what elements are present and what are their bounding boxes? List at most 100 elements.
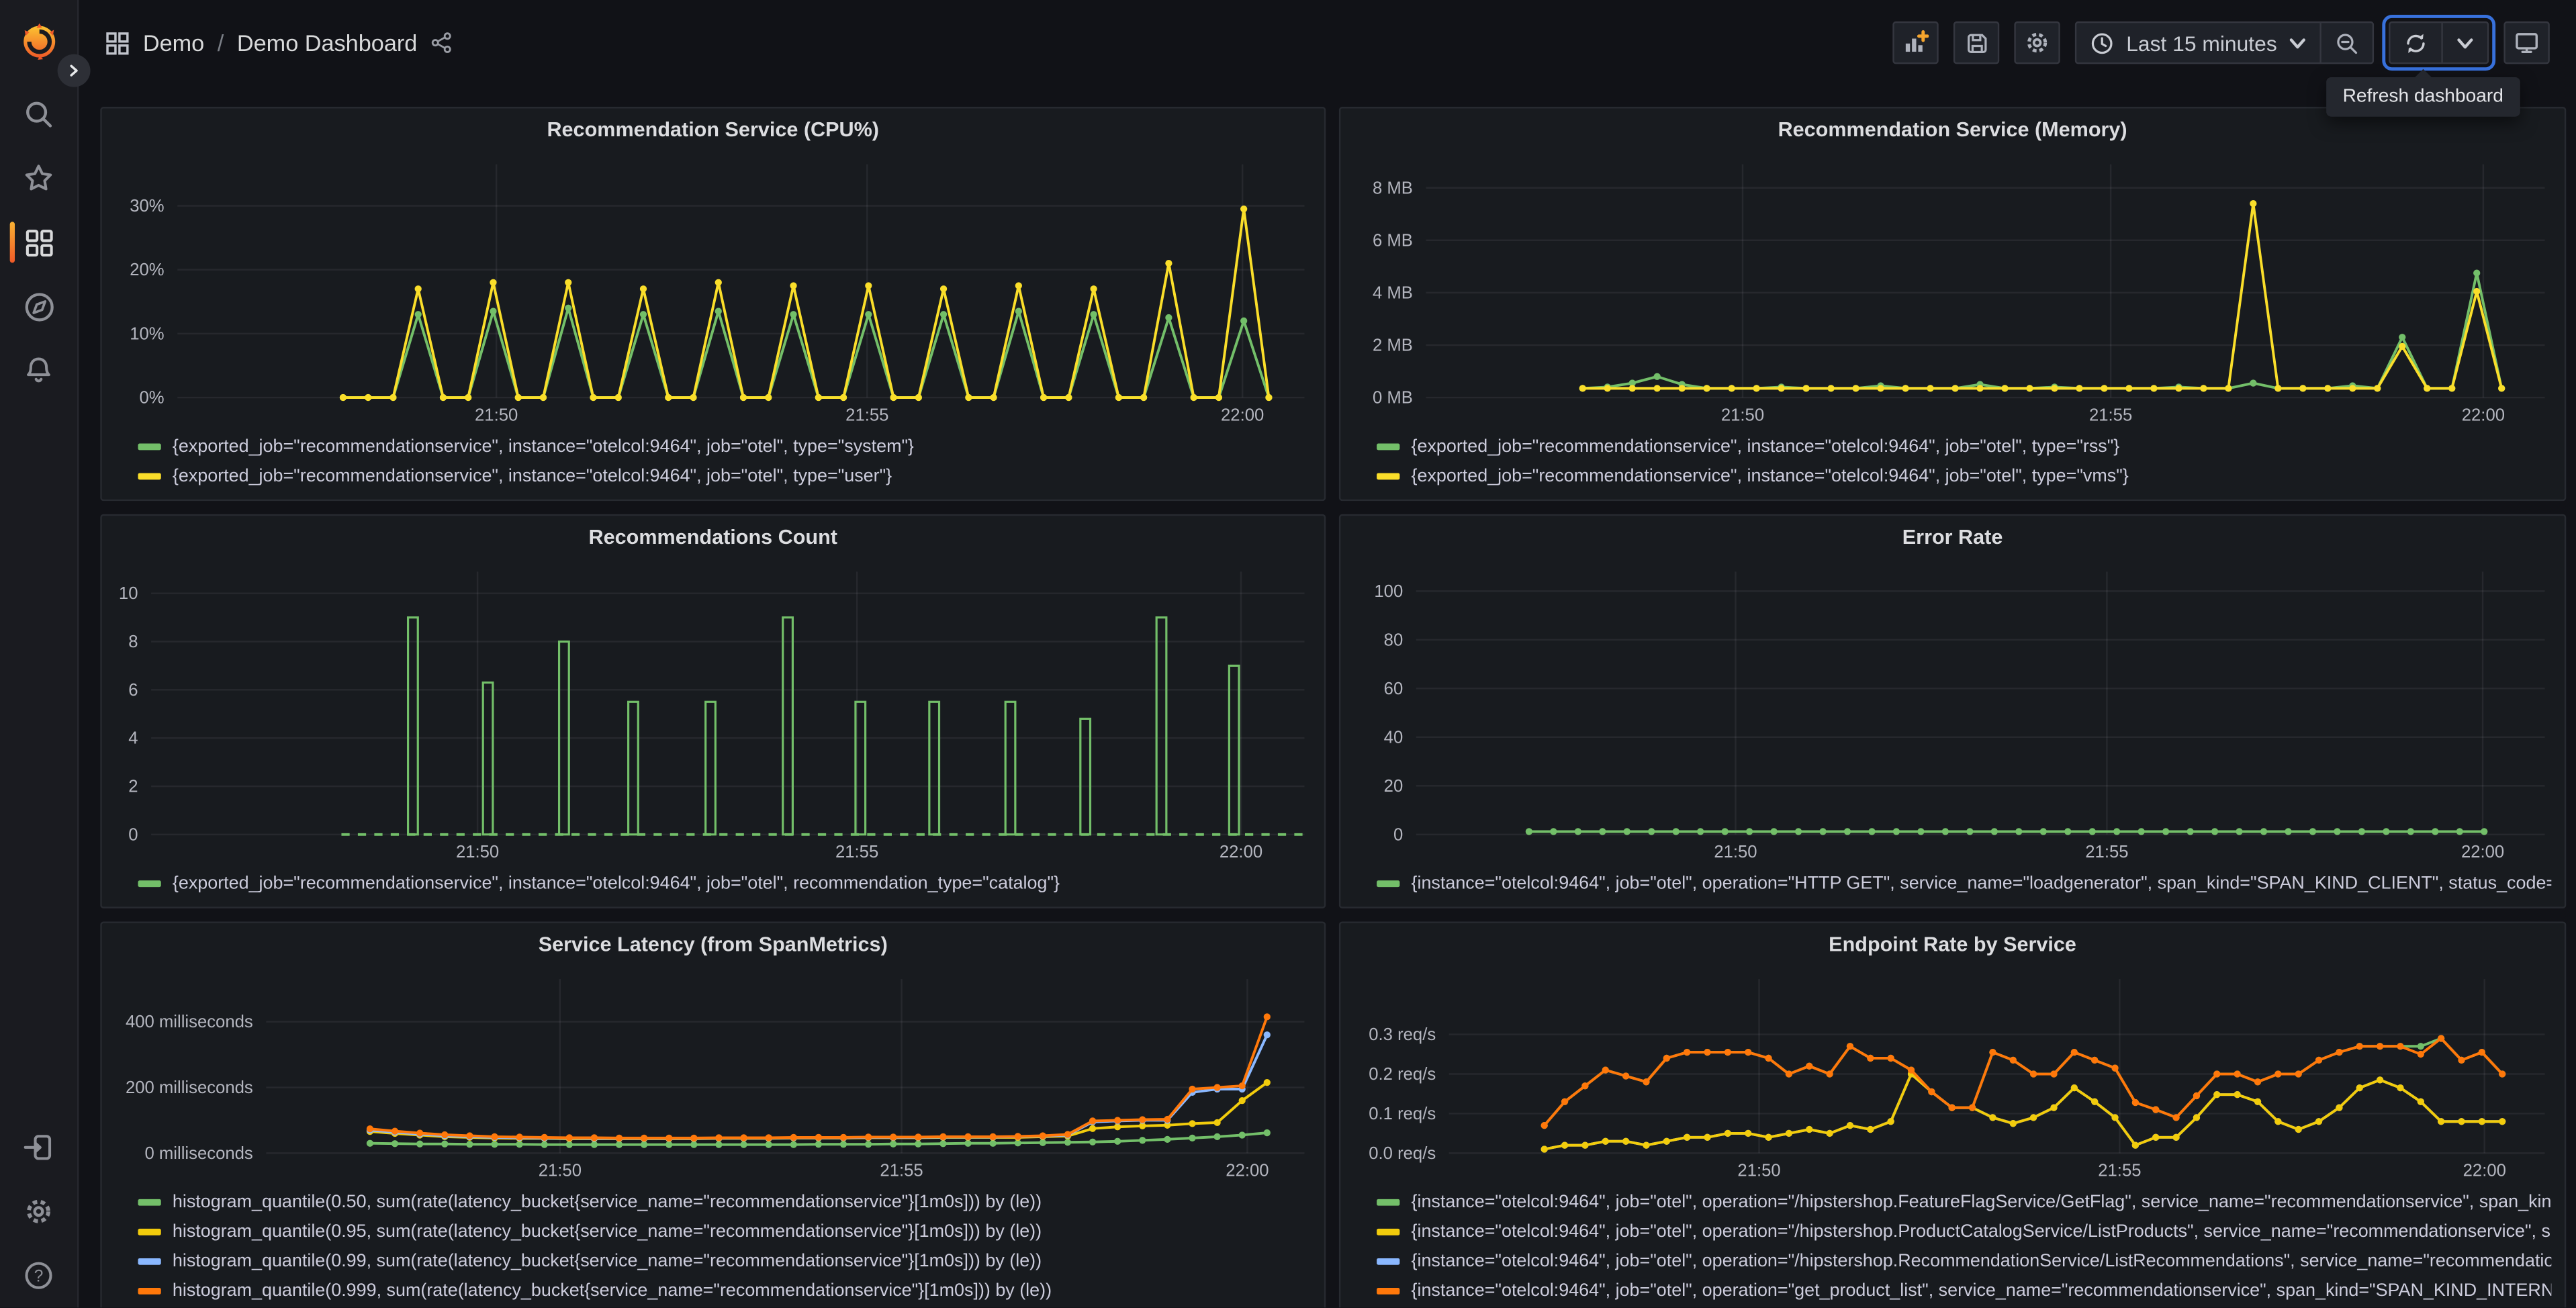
svg-text:21:55: 21:55: [2089, 406, 2132, 424]
active-indicator: [9, 222, 15, 263]
time-range-label: Last 15 minutes: [2126, 30, 2277, 55]
legend-item[interactable]: {instance="otelcol:9464", job="otel", op…: [1377, 1250, 2551, 1273]
panel-title[interactable]: Error Rate: [1340, 516, 2565, 559]
grafana-app: ? Demo / Demo Dashboard Last 15 minutes …: [0, 0, 2576, 1308]
panel-title[interactable]: Service Latency (from SpanMetrics): [102, 923, 1324, 966]
svg-text:20: 20: [1384, 777, 1404, 796]
sidebar-item-dashboards[interactable]: [0, 210, 77, 274]
legend-item[interactable]: {instance="otelcol:9464", job="otel", op…: [1377, 1221, 2551, 1244]
chevron-down-icon: [2457, 38, 2473, 48]
legend-label: {instance="otelcol:9464", job="otel", op…: [1411, 1222, 2551, 1242]
svg-text:4 MB: 4 MB: [1373, 283, 1413, 302]
legend-swatch: [1377, 1228, 1400, 1235]
legend-swatch: [1377, 473, 1400, 480]
sidebar-item-starred[interactable]: [0, 146, 77, 210]
legend-item[interactable]: histogram_quantile(0.50, sum(rate(latenc…: [138, 1191, 1312, 1214]
legend-item[interactable]: histogram_quantile(0.95, sum(rate(latenc…: [138, 1221, 1312, 1244]
panel-chart[interactable]: 21:50 21:55 22:00 0 2 4 6 8 10: [102, 559, 1324, 868]
legend-swatch: [1377, 1288, 1400, 1295]
refresh-tooltip: Refresh dashboard: [2326, 68, 2520, 117]
legend-item[interactable]: {instance="otelcol:9464", job="otel", op…: [1377, 1191, 2551, 1214]
panel-legend: {exported_job="recommendationservice", i…: [1340, 430, 2565, 500]
breadcrumb-section[interactable]: Demo: [143, 30, 204, 56]
svg-text:0%: 0%: [140, 389, 165, 408]
refresh-interval-dropdown[interactable]: [2441, 23, 2487, 62]
panel-legend: {exported_job="recommendationservice", i…: [102, 868, 1324, 907]
sidebar-expand-button[interactable]: [57, 54, 91, 87]
sidebar-item-alerting[interactable]: [0, 338, 77, 402]
sidebar-item-settings[interactable]: [0, 1180, 77, 1244]
sidebar-item-sign-in[interactable]: [0, 1115, 77, 1179]
bell-icon: [27, 357, 50, 383]
legend-swatch: [138, 1258, 161, 1265]
legend-label: histogram_quantile(0.999, sum(rate(laten…: [172, 1281, 1052, 1301]
svg-text:0.1 req/s: 0.1 req/s: [1369, 1105, 1436, 1123]
svg-text:6: 6: [128, 681, 138, 700]
dashboards-icon: [25, 228, 52, 256]
add-panel-button[interactable]: [1892, 21, 1939, 64]
dashboard-settings-button[interactable]: [2014, 21, 2061, 64]
legend-swatch: [138, 443, 161, 451]
legend-item[interactable]: {exported_job="recommendationservice", i…: [138, 435, 1312, 458]
time-range-picker[interactable]: Last 15 minutes: [2077, 23, 2320, 62]
sign-in-icon: [24, 1135, 52, 1160]
chevron-down-icon: [2289, 38, 2305, 48]
panel-chart[interactable]: 21:50 21:55 22:00 0 20 40 60 80 100: [1340, 559, 2565, 868]
panel-chart[interactable]: 21:50 21:55 22:00 0 milliseconds 200 millise…: [102, 966, 1324, 1186]
panel-title[interactable]: Endpoint Rate by Service: [1340, 923, 2565, 966]
legend-label: {instance="otelcol:9464", job="otel", op…: [1411, 874, 2551, 894]
breadcrumb-separator: /: [217, 30, 224, 56]
legend-label: {exported_job="recommendationservice", i…: [172, 874, 1060, 894]
svg-text:21:50: 21:50: [1737, 1162, 1780, 1180]
panel-chart[interactable]: 21:50 21:55 22:00 0 MB 2 MB 4 MB 6 MB 8 MB: [1340, 151, 2565, 430]
svg-text:22:00: 22:00: [1226, 1162, 1269, 1180]
clock-icon: [2092, 32, 2113, 53]
legend-item[interactable]: {instance="otelcol:9464", job="otel", op…: [1377, 1280, 2551, 1303]
chevron-right-icon: [70, 64, 78, 77]
star-icon: [25, 165, 52, 191]
svg-text:0.0 req/s: 0.0 req/s: [1369, 1144, 1436, 1163]
legend-item[interactable]: histogram_quantile(0.99, sum(rate(latenc…: [138, 1250, 1312, 1273]
refresh-dashboard-button[interactable]: [2391, 23, 2442, 62]
legend-item[interactable]: {instance="otelcol:9464", job="otel", op…: [1377, 872, 2551, 895]
legend-item[interactable]: {exported_job="recommendationservice", i…: [138, 465, 1312, 487]
svg-text:21:50: 21:50: [475, 406, 518, 424]
breadcrumb: Demo / Demo Dashboard: [105, 30, 454, 56]
panel-chart[interactable]: 21:50 21:55 22:00 0% 10% 20% 30%: [102, 151, 1324, 430]
legend-item[interactable]: {exported_job="recommendationservice", i…: [1377, 435, 2551, 458]
zoom-out-icon: [2337, 33, 2358, 53]
panel-error-rate: Error Rate 21:50 21:55 22:00 0 20 40 60 80 100 {in…: [1338, 514, 2567, 908]
refresh-controls: [2382, 15, 2496, 71]
svg-text:8 MB: 8 MB: [1373, 179, 1413, 197]
legend-swatch: [1377, 1199, 1400, 1206]
save-dashboard-button[interactable]: [1953, 21, 2000, 64]
legend-item[interactable]: {exported_job="recommendationservice", i…: [138, 872, 1312, 895]
svg-text:0 MB: 0 MB: [1373, 389, 1413, 408]
gear-icon: [2027, 32, 2048, 53]
compass-icon: [24, 292, 53, 321]
cycle-view-mode-button[interactable]: [2503, 21, 2550, 64]
legend-label: {instance="otelcol:9464", job="otel", op…: [1411, 1193, 2552, 1213]
sidebar-item-help[interactable]: ?: [0, 1244, 77, 1307]
share-icon[interactable]: [430, 31, 453, 54]
svg-text:6 MB: 6 MB: [1373, 231, 1413, 250]
breadcrumb-page[interactable]: Demo Dashboard: [237, 30, 417, 56]
panel-title[interactable]: Recommendations Count: [102, 516, 1324, 559]
legend-swatch: [138, 880, 161, 888]
sidebar-item-search[interactable]: [0, 82, 77, 146]
svg-text:10: 10: [119, 584, 138, 603]
panel-title[interactable]: Recommendation Service (CPU%): [102, 108, 1324, 151]
legend-label: histogram_quantile(0.50, sum(rate(latenc…: [172, 1193, 1042, 1213]
panel-chart[interactable]: 21:50 21:55 22:00 0.0 req/s 0.1 req/s 0.2 req…: [1340, 966, 2565, 1186]
monitor-icon: [2516, 33, 2538, 54]
legend-label: histogram_quantile(0.99, sum(rate(latenc…: [172, 1252, 1042, 1272]
svg-text:21:55: 21:55: [880, 1162, 923, 1180]
sidebar-item-explore[interactable]: [0, 275, 77, 338]
gear-icon: [27, 1199, 50, 1223]
legend-item[interactable]: {exported_job="recommendationservice", i…: [1377, 465, 2551, 487]
zoom-out-button[interactable]: [2319, 23, 2372, 62]
svg-text:30%: 30%: [130, 197, 164, 216]
legend-item[interactable]: histogram_quantile(0.999, sum(rate(laten…: [138, 1280, 1312, 1303]
panel-legend: histogram_quantile(0.50, sum(rate(latenc…: [102, 1186, 1324, 1307]
panel-recommendation-service-memory: Recommendation Service (Memory) 21:50 21:5…: [1338, 107, 2567, 502]
